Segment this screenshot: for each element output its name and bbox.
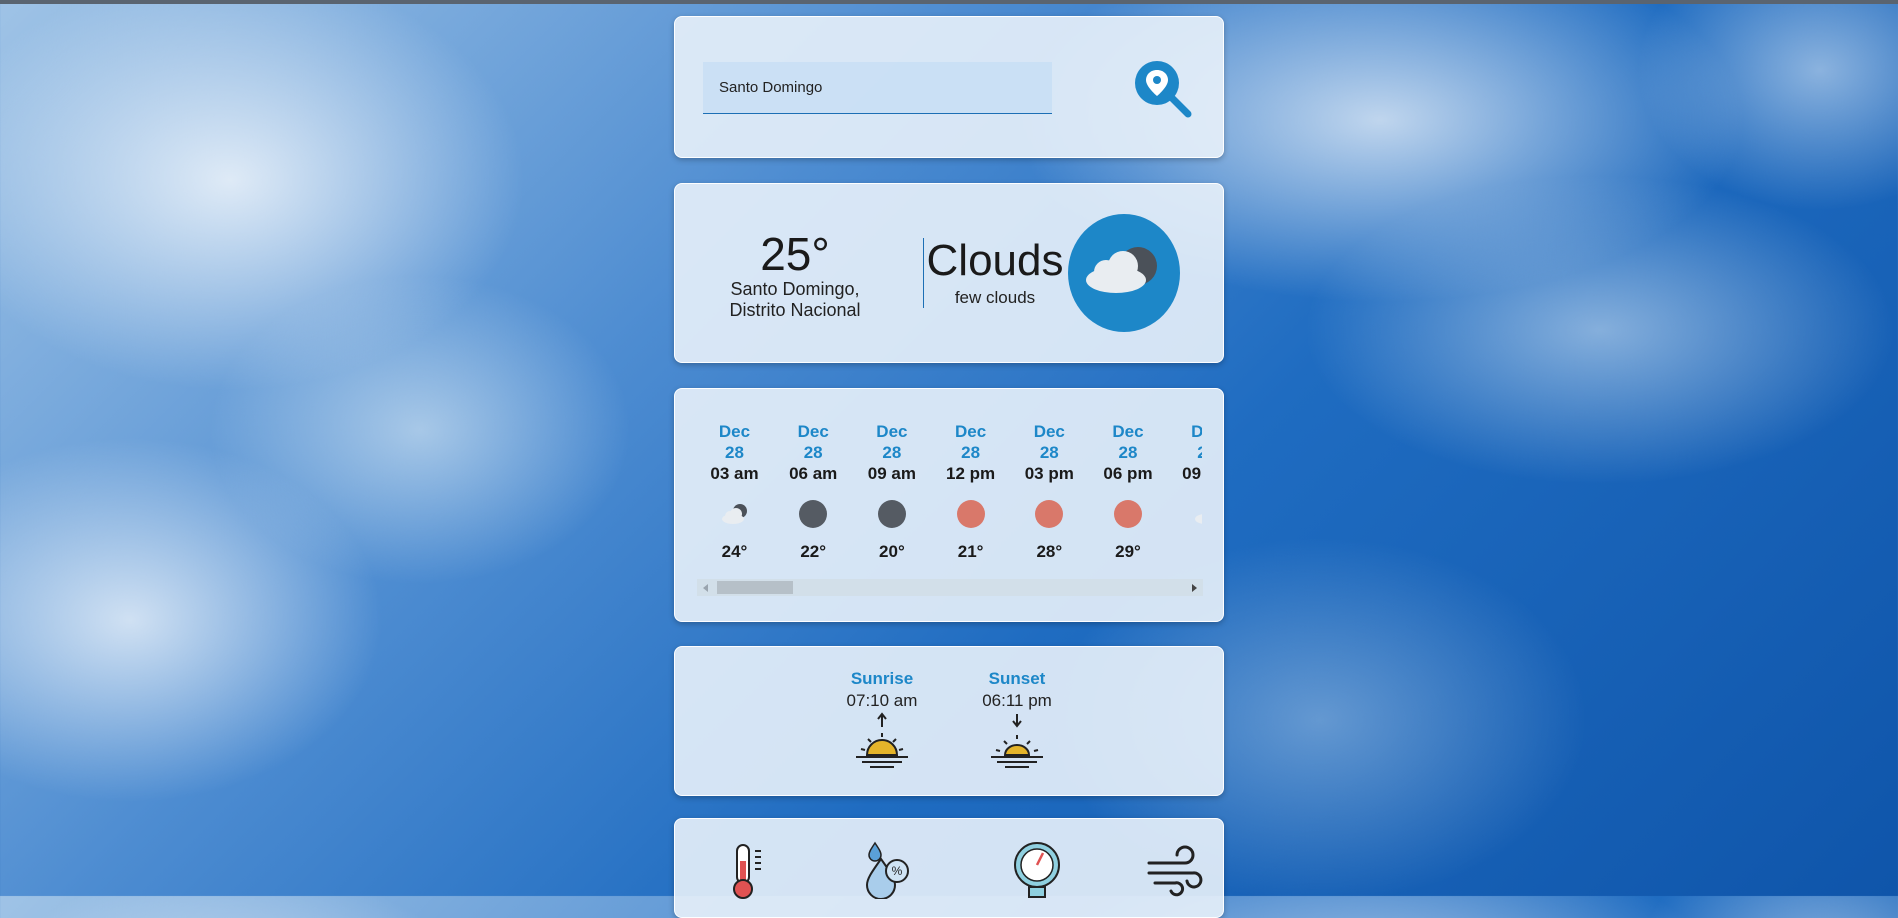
dark-circle-icon [876,498,908,530]
current-temperature: 25° [760,228,830,280]
forecast-temp: 24° [721,542,748,561]
few-clouds-night-icon [1086,247,1157,293]
weather-icon-badge [1068,214,1180,332]
city-search-input[interactable] [703,62,1052,114]
forecast-time: 12 pm [946,464,996,483]
forecast-time: 03 am [710,464,759,483]
forecast-item: Dec 28 03 pm 28° [1010,421,1089,562]
browser-top-bar [0,0,1898,4]
forecast-date: Dec 28 [852,421,931,463]
sunrise-label: Sunrise [850,669,914,688]
forecast-item: Dec 28 12 pm 21° [931,421,1010,562]
forecast-month: Dec [955,422,987,441]
forecast-item: Dec 28 06 pm 29° [1089,421,1168,562]
thermometer-icon [733,844,761,899]
forecast-item: Dec 28 09 am 20° [852,421,931,562]
humidity-icon: % [865,841,909,899]
forecast-item: Dec 28 03 am 24° [695,421,774,562]
sunset-label: Sunset [988,669,1046,688]
forecast-day: 28 [1039,443,1059,462]
forecast-temp: 28° [1036,542,1063,561]
forecast-month: Dec [1112,422,1144,441]
forecast-temp: 29° [1115,542,1141,561]
forecast-time: 09 am [867,464,916,483]
forecast-day: 28 [961,443,981,462]
forecast-item: Dec2809 pm 2 [1167,421,1202,562]
forecast-scroll-area[interactable]: Dec 28 03 am 24° Dec 28 06 am 22° Dec 28 09 am 20° D… [695,421,1202,571]
current-weather-card: 25° Santo Domingo, Distrito Nacional Clo… [674,183,1224,363]
forecast-month: Dec [876,422,908,441]
forecast-day: 28 [803,443,823,462]
dark-circle-icon [797,498,829,530]
forecast-month: Dec [1033,422,1065,441]
forecast-item: Dec 28 06 am 22° [774,421,853,562]
sunrise-block: Sunrise 07:10 am [827,669,937,775]
weather-condition: Clouds [926,236,1064,285]
sun-circle-icon [955,498,987,530]
scroll-left-arrow-icon[interactable] [703,584,708,592]
sun-times-card: Sunrise 07:10 am Sunset 06:11 pm [674,646,1224,796]
sunset-time: 06:11 pm [982,691,1052,710]
forecast-time: 06 am [789,464,838,483]
search-card [674,16,1224,158]
forecast-day: 28 [725,443,744,462]
sun-circle-icon [1112,498,1144,530]
forecast-temp: 2 [1167,542,1203,562]
sunset-block: Sunset 06:11 pm [962,669,1072,775]
forecast-month: Dec [1167,421,1202,442]
forecast-temp: 21° [957,542,984,561]
location-search-button[interactable] [1133,59,1193,119]
forecast-month: Dec [797,422,829,441]
hourly-forecast-card: Dec 28 03 am 24° Dec 28 06 am 22° Dec 28 09 am 20° D… [674,388,1224,622]
location-search-icon [1135,61,1192,118]
few-clouds-icon [1191,498,1202,530]
forecast-date: Dec 28 [1010,421,1089,463]
weather-description: few clouds [954,288,1036,307]
wind-icon [1147,845,1203,897]
sunrise-time: 07:10 am [846,691,918,710]
pressure-gauge-icon [1014,842,1060,898]
sunrise-icon [856,712,908,768]
forecast-temp: 22° [800,542,827,561]
few-clouds-night-icon [719,498,751,530]
forecast-day: 28 [1167,442,1202,463]
forecast-date: Dec28 [1167,421,1202,463]
forecast-date: Dec 28 [695,421,774,463]
divider [923,238,924,308]
forecast-month: Dec [718,422,751,441]
current-location: Santo Domingo, Distrito Nacional [729,279,861,320]
weather-details-card: % [674,818,1224,918]
sunset-icon [991,714,1043,768]
forecast-time: 06 pm [1103,464,1153,483]
forecast-time: 03 pm [1024,464,1074,483]
forecast-time: 09 pm [1182,464,1202,483]
forecast-date: Dec 28 [1089,421,1168,463]
forecast-scrollbar[interactable] [697,579,1203,596]
forecast-date: Dec 28 [774,421,853,463]
forecast-temp: 20° [879,542,905,561]
scroll-right-arrow-icon[interactable] [1192,584,1197,592]
forecast-day: 28 [882,443,902,462]
scrollbar-thumb[interactable] [717,581,793,594]
forecast-date: Dec 28 [931,421,1010,463]
forecast-day: 28 [1118,443,1138,462]
sun-circle-icon [1033,498,1065,530]
svg-text:%: % [892,864,903,878]
